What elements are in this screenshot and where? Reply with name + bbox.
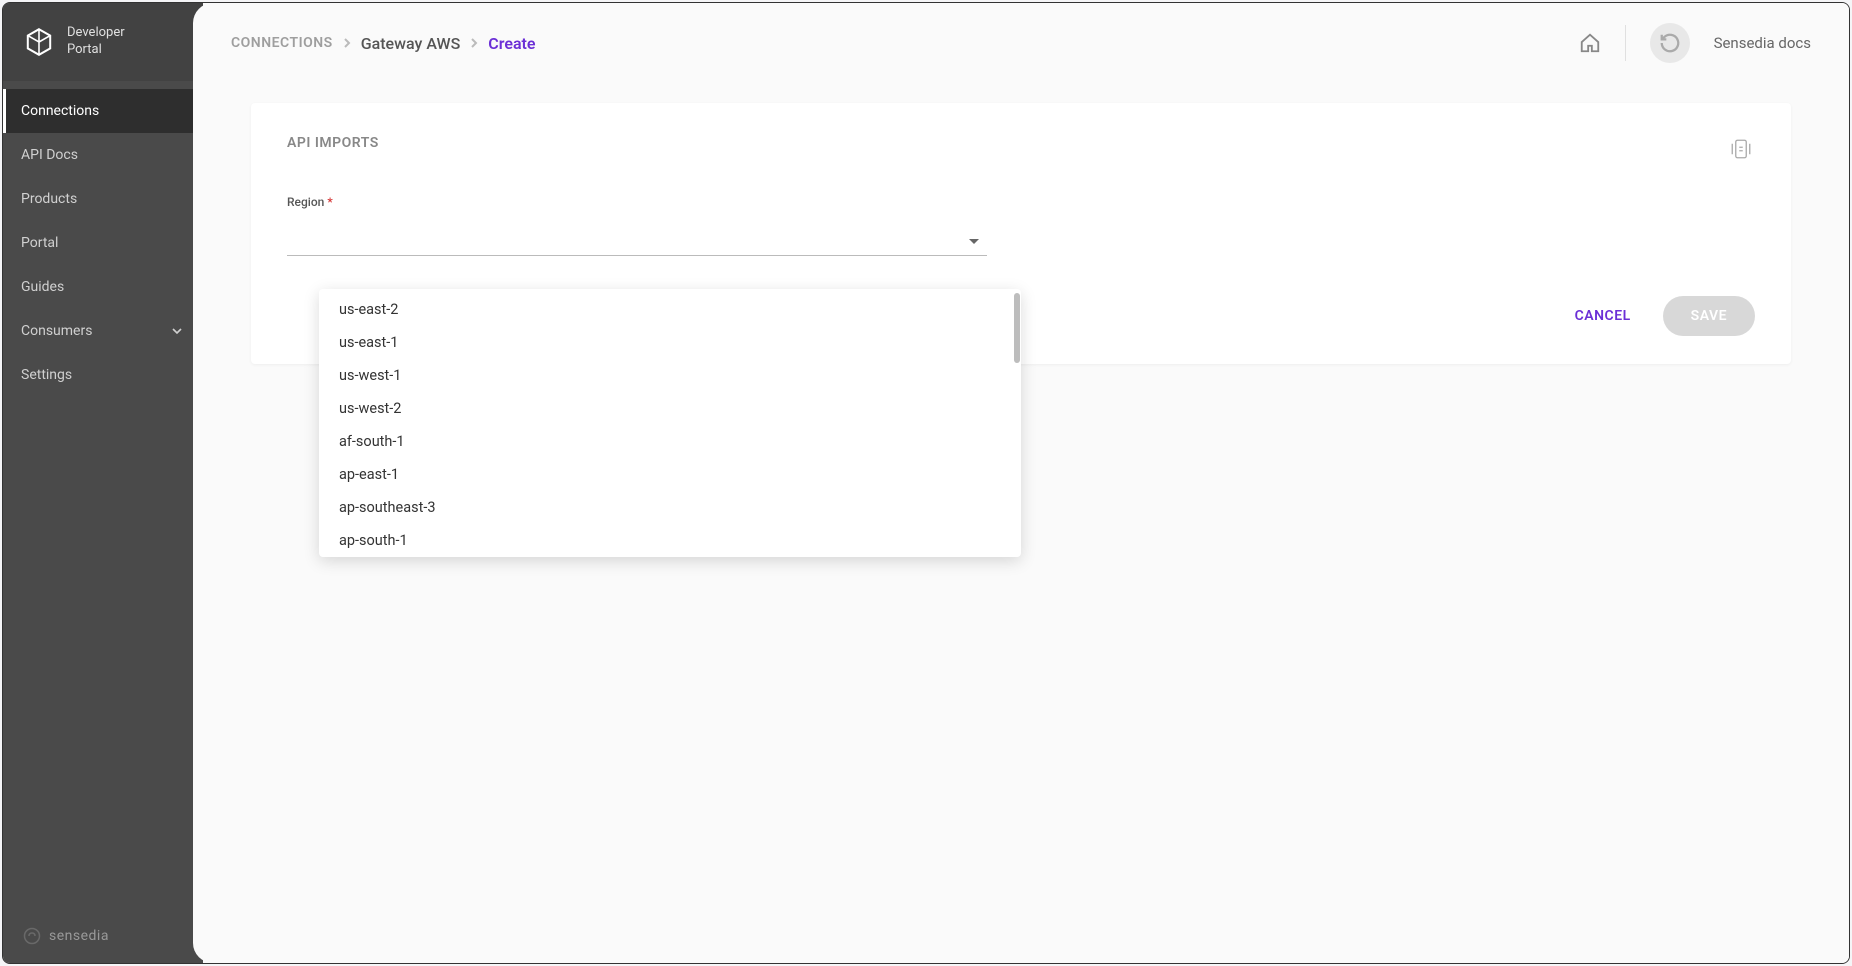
region-option[interactable]: ap-southeast-3 <box>319 491 1013 524</box>
sidebar: Developer Portal Connections API Docs Pr… <box>3 3 203 963</box>
region-option[interactable]: us-west-2 <box>319 392 1013 425</box>
sidebar-item-connections[interactable]: Connections <box>3 89 203 133</box>
sidebar-item-label: Settings <box>21 367 72 383</box>
sidebar-item-label: Guides <box>21 279 64 295</box>
dropdown-scrollbar-thumb[interactable] <box>1014 293 1020 363</box>
avatar[interactable] <box>1650 23 1690 63</box>
cancel-button[interactable]: CANCEL <box>1561 298 1645 334</box>
required-indicator: * <box>327 195 332 209</box>
card-title: API IMPORTS <box>287 135 379 151</box>
region-option[interactable]: ap-east-1 <box>319 458 1013 491</box>
sidebar-item-label: Connections <box>21 103 99 119</box>
api-icon <box>1727 135 1755 163</box>
breadcrumb: CONNECTIONS Gateway AWS Create <box>231 34 536 53</box>
region-label-text: Region <box>287 195 324 209</box>
breadcrumb-current: Create <box>488 34 535 53</box>
topbar: CONNECTIONS Gateway AWS Create <box>193 3 1849 83</box>
main-content: CONNECTIONS Gateway AWS Create <box>193 3 1849 963</box>
sidebar-nav: Connections API Docs Products Portal Gui… <box>3 81 203 909</box>
chevron-down-icon <box>169 323 185 339</box>
footer-brand-text: sensedia <box>49 928 109 944</box>
dropdown-arrow-icon <box>969 239 979 244</box>
sidebar-item-products[interactable]: Products <box>3 177 203 221</box>
region-dropdown-list[interactable]: us-east-2 us-east-1 us-west-1 us-west-2 … <box>319 289 1013 557</box>
card-header: API IMPORTS <box>287 135 1755 163</box>
sidebar-item-label: API Docs <box>21 147 78 163</box>
home-button[interactable] <box>1579 32 1601 54</box>
region-field-group: Region* <box>287 191 987 256</box>
region-option[interactable]: us-east-1 <box>319 326 1013 359</box>
breadcrumb-mid[interactable]: Gateway AWS <box>361 34 461 53</box>
chevron-right-icon <box>343 37 351 49</box>
dropdown-scrollbar[interactable] <box>1013 289 1021 557</box>
topbar-right: Sensedia docs <box>1579 23 1811 63</box>
sidebar-item-guides[interactable]: Guides <box>3 265 203 309</box>
region-label: Region* <box>287 195 333 209</box>
sidebar-item-api-docs[interactable]: API Docs <box>3 133 203 177</box>
region-select[interactable] <box>287 228 987 256</box>
refresh-icon <box>1659 32 1681 54</box>
chevron-right-icon <box>470 37 478 49</box>
breadcrumb-root[interactable]: CONNECTIONS <box>231 35 333 51</box>
sidebar-item-label: Portal <box>21 235 58 251</box>
sidebar-item-settings[interactable]: Settings <box>3 353 203 397</box>
home-icon <box>1579 32 1601 54</box>
footer-logo-icon <box>23 927 41 945</box>
region-option[interactable]: us-west-1 <box>319 359 1013 392</box>
sidebar-item-portal[interactable]: Portal <box>3 221 203 265</box>
region-option[interactable]: af-south-1 <box>319 425 1013 458</box>
sidebar-item-label: Products <box>21 191 77 207</box>
sidebar-brand[interactable]: Developer Portal <box>3 3 203 81</box>
sidebar-item-consumers[interactable]: Consumers <box>3 309 203 353</box>
sidebar-footer: sensedia <box>3 909 203 963</box>
divider <box>1625 25 1626 61</box>
sidebar-item-label: Consumers <box>21 323 92 339</box>
region-dropdown-panel: us-east-2 us-east-1 us-west-1 us-west-2 … <box>319 289 1021 557</box>
user-name[interactable]: Sensedia docs <box>1714 34 1811 52</box>
brand-text: Developer Portal <box>67 25 125 59</box>
region-option[interactable]: ap-south-1 <box>319 524 1013 557</box>
region-option[interactable]: us-east-2 <box>319 289 1013 326</box>
brand-logo-icon <box>23 26 55 58</box>
save-button[interactable]: SAVE <box>1663 296 1755 336</box>
